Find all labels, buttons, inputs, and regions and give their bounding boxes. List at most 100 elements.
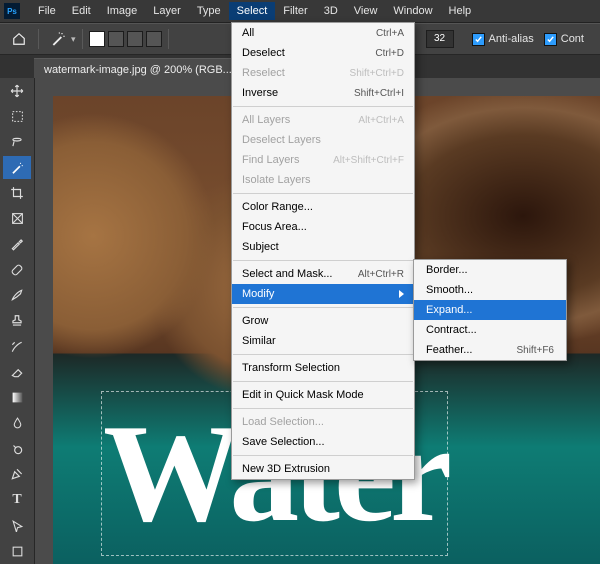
menu-item-label: Isolate Layers xyxy=(242,174,310,186)
menu-item-edit-in-quick-mask-mode[interactable]: Edit in Quick Mask Mode xyxy=(232,385,414,405)
menubar-item-image[interactable]: Image xyxy=(99,2,146,20)
menu-item-label: Grow xyxy=(242,315,268,327)
menu-item-label: Focus Area... xyxy=(242,221,307,233)
menu-item-label: Deselect xyxy=(242,47,285,59)
history-brush-tool-icon[interactable] xyxy=(3,335,31,359)
submenu-item-smooth[interactable]: Smooth... xyxy=(414,280,566,300)
menu-item-deselect-layers: Deselect Layers xyxy=(232,130,414,150)
menu-item-label: Modify xyxy=(242,288,274,300)
menubar-item-3d[interactable]: 3D xyxy=(316,2,346,20)
menu-item-select-and-mask[interactable]: Select and Mask... Alt+Ctrl+R xyxy=(232,264,414,284)
selection-subtract-icon[interactable] xyxy=(127,31,143,47)
healing-tool-icon[interactable] xyxy=(3,258,31,282)
blur-tool-icon[interactable] xyxy=(3,412,31,436)
selection-new-icon[interactable] xyxy=(89,31,105,47)
shape-tool-icon[interactable] xyxy=(3,539,31,563)
contiguous-checkbox[interactable]: Cont xyxy=(544,33,584,46)
menu-item-new-3d-extrusion[interactable]: New 3D Extrusion xyxy=(232,459,414,479)
frame-tool-icon[interactable] xyxy=(3,207,31,231)
menubar-item-view[interactable]: View xyxy=(346,2,386,20)
menu-item-deselect[interactable]: Deselect Ctrl+D xyxy=(232,43,414,63)
menubar-item-select[interactable]: Select xyxy=(229,2,276,20)
wand-icon[interactable] xyxy=(49,30,67,48)
menu-item-shortcut: Alt+Ctrl+A xyxy=(358,115,404,126)
menu-item-subject[interactable]: Subject xyxy=(232,237,414,257)
move-tool-icon[interactable] xyxy=(3,79,31,103)
tolerance-input[interactable]: 32 xyxy=(426,30,454,48)
menu-separator xyxy=(233,307,413,308)
separator xyxy=(82,29,83,49)
menubar-item-file[interactable]: File xyxy=(30,2,64,20)
crop-tool-icon[interactable] xyxy=(3,181,31,205)
path-tool-icon[interactable] xyxy=(3,514,31,538)
stamp-tool-icon[interactable] xyxy=(3,309,31,333)
menubar-item-window[interactable]: Window xyxy=(385,2,440,20)
eyedropper-tool-icon[interactable] xyxy=(3,232,31,256)
menu-item-label: Save Selection... xyxy=(242,436,325,448)
dodge-tool-icon[interactable] xyxy=(3,437,31,461)
menubar-item-edit[interactable]: Edit xyxy=(64,2,99,20)
menu-item-label: Load Selection... xyxy=(242,416,324,428)
menubar: Ps FileEditImageLayerTypeSelectFilter3DV… xyxy=(0,0,600,23)
type-tool-icon[interactable]: T xyxy=(3,488,31,512)
home-icon[interactable] xyxy=(10,30,28,48)
menubar-item-type[interactable]: Type xyxy=(189,2,229,20)
submenu-item-border[interactable]: Border... xyxy=(414,260,566,280)
menu-item-grow[interactable]: Grow xyxy=(232,311,414,331)
menu-item-label: Deselect Layers xyxy=(242,134,321,146)
menu-item-label: Reselect xyxy=(242,67,285,79)
menu-item-all-layers: All LayersAlt+Ctrl+A xyxy=(232,110,414,130)
menu-item-label: Feather... xyxy=(426,344,472,356)
submenu-item-contract[interactable]: Contract... xyxy=(414,320,566,340)
eraser-tool-icon[interactable] xyxy=(3,360,31,384)
separator xyxy=(38,29,39,49)
document-tab-label: watermark-image.jpg @ 200% (RGB... xyxy=(44,64,232,76)
selection-intersect-icon[interactable] xyxy=(146,31,162,47)
menubar-item-filter[interactable]: Filter xyxy=(275,2,315,20)
separator xyxy=(168,29,169,49)
menu-item-shortcut: Alt+Ctrl+R xyxy=(358,269,404,280)
menu-item-save-selection[interactable]: Save Selection... xyxy=(232,432,414,452)
menu-item-label: Color Range... xyxy=(242,201,313,213)
marquee-tool-icon[interactable] xyxy=(3,105,31,129)
menu-item-all[interactable]: All Ctrl+A xyxy=(232,23,414,43)
menu-item-label: Subject xyxy=(242,241,279,253)
menu-item-label: Expand... xyxy=(426,304,472,316)
menu-item-label: All xyxy=(242,27,254,39)
menu-item-label: Inverse xyxy=(242,87,278,99)
menu-separator xyxy=(233,260,413,261)
wand-tool-icon[interactable] xyxy=(3,156,31,180)
menu-item-find-layers: Find LayersAlt+Shift+Ctrl+F xyxy=(232,150,414,170)
menu-item-label: Smooth... xyxy=(426,284,473,296)
lasso-tool-icon[interactable] xyxy=(3,130,31,154)
menubar-item-help[interactable]: Help xyxy=(441,2,480,20)
menu-separator xyxy=(233,354,413,355)
menu-item-transform-selection[interactable]: Transform Selection xyxy=(232,358,414,378)
antialias-checkbox[interactable]: Anti-alias xyxy=(472,33,534,46)
gradient-tool-icon[interactable] xyxy=(3,386,31,410)
menu-item-label: Select and Mask... xyxy=(242,268,333,280)
menu-item-shortcut: Ctrl+A xyxy=(376,28,404,39)
chevron-down-icon[interactable]: ▾ xyxy=(71,34,76,45)
check-icon xyxy=(472,33,485,46)
contiguous-label: Cont xyxy=(561,33,584,45)
menu-item-modify[interactable]: Modify xyxy=(232,284,414,304)
menu-separator xyxy=(233,455,413,456)
toolbox: T xyxy=(0,78,35,564)
menu-separator xyxy=(233,381,413,382)
menu-item-label: Border... xyxy=(426,264,468,276)
selection-add-icon[interactable] xyxy=(108,31,124,47)
menu-item-color-range[interactable]: Color Range... xyxy=(232,197,414,217)
menu-item-inverse[interactable]: InverseShift+Ctrl+I xyxy=(232,83,414,103)
brush-tool-icon[interactable] xyxy=(3,284,31,308)
menu-item-label: Transform Selection xyxy=(242,362,340,374)
menu-item-focus-area[interactable]: Focus Area... xyxy=(232,217,414,237)
check-icon xyxy=(544,33,557,46)
menu-item-shortcut: Ctrl+D xyxy=(375,48,404,59)
menubar-item-layer[interactable]: Layer xyxy=(145,2,189,20)
pen-tool-icon[interactable] xyxy=(3,463,31,487)
menu-separator xyxy=(233,408,413,409)
menu-item-similar[interactable]: Similar xyxy=(232,331,414,351)
submenu-item-expand[interactable]: Expand... xyxy=(414,300,566,320)
submenu-item-feather[interactable]: Feather...Shift+F6 xyxy=(414,340,566,360)
